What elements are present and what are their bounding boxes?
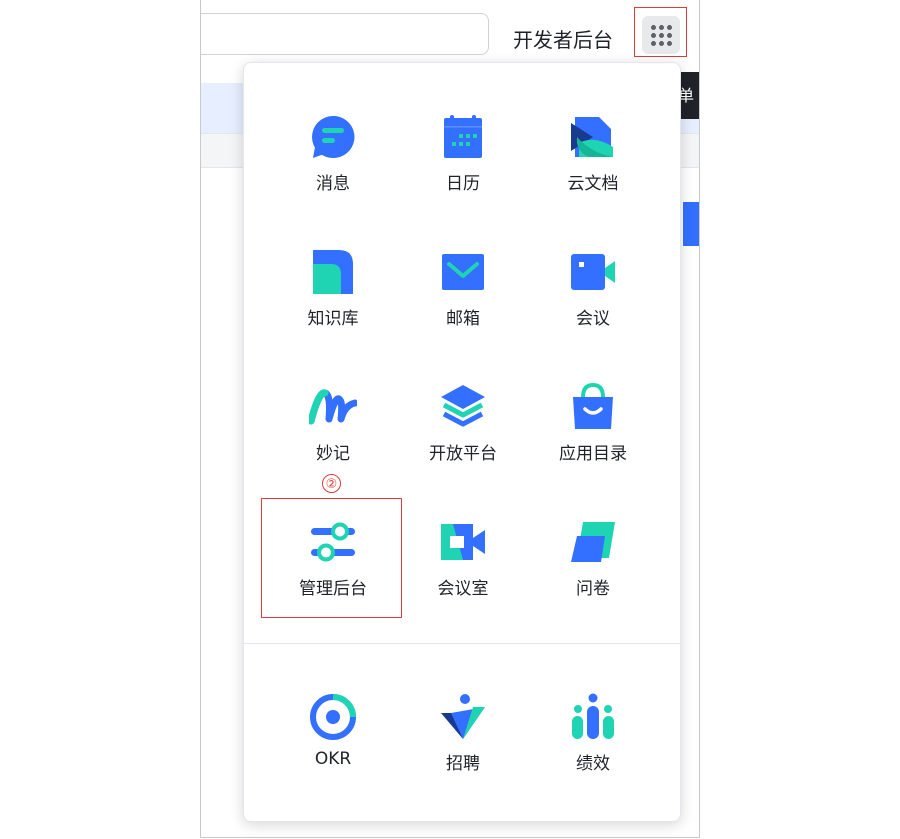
mail-icon [442, 254, 484, 290]
app-label: 消息 [316, 174, 350, 194]
app-label: 知识库 [307, 309, 359, 329]
cloud-docs-icon [571, 117, 613, 157]
app-label: 问卷 [576, 579, 610, 599]
knowledge-base-icon [313, 250, 353, 294]
okr-icon [310, 694, 356, 740]
search-input[interactable] [201, 13, 489, 55]
side-blue-tab[interactable] [683, 202, 699, 246]
app-item-messages[interactable]: 消息 [268, 113, 398, 223]
app-item-cloud-docs[interactable]: 云文档 [528, 113, 658, 223]
app-label: OKR [314, 749, 352, 769]
app-directory-icon [573, 383, 613, 429]
app-label: 开放平台 [429, 444, 497, 464]
app-label: 会议 [576, 309, 610, 329]
app-item-open-platform[interactable]: 开放平台 [398, 383, 528, 493]
meeting-icon [571, 254, 615, 290]
app-item-app-directory[interactable]: 应用目录 [528, 383, 658, 493]
open-platform-icon [441, 385, 485, 427]
app-item-recruiting[interactable]: 招聘 [398, 693, 528, 803]
developer-console-link[interactable]: 开发者后台 [513, 24, 613, 53]
highlight-box-admin-console [261, 498, 402, 618]
app-item-survey[interactable]: 问卷 [528, 518, 658, 628]
app-label: 云文档 [567, 174, 619, 194]
app-window: 开发者后台 ① 单 消息 [200, 0, 700, 838]
app-item-okr[interactable]: OKR [268, 693, 398, 803]
app-item-meeting[interactable]: 会议 [528, 248, 658, 358]
calendar-icon [444, 115, 482, 158]
app-label: 应用目录 [559, 444, 627, 464]
app-item-knowledge-base[interactable]: 知识库 [268, 248, 398, 358]
app-label: 绩效 [576, 754, 610, 774]
performance-icon [572, 693, 614, 739]
app-item-mail[interactable]: 邮箱 [398, 248, 528, 358]
survey-icon [571, 522, 615, 562]
message-icon [312, 115, 355, 158]
highlight-box-launcher [634, 7, 687, 57]
section-divider [244, 643, 680, 644]
meeting-room-icon [441, 524, 485, 560]
app-item-calendar[interactable]: 日历 [398, 113, 528, 223]
app-label: 招聘 [446, 754, 480, 774]
app-label: 日历 [446, 174, 480, 194]
app-label: 会议室 [437, 579, 489, 599]
step-marker-2: ② [322, 474, 341, 493]
recruiting-icon [441, 694, 485, 739]
app-item-meeting-room[interactable]: 会议室 [398, 518, 528, 628]
app-launcher-panel: 消息 日历 云文档 知识库 邮箱 会议 妙记 开放平台 应用目录 管理后台 会议… [243, 62, 681, 822]
app-label: 邮箱 [446, 309, 480, 329]
minutes-icon [309, 389, 357, 425]
app-label: 妙记 [316, 444, 350, 464]
app-item-performance[interactable]: 绩效 [528, 693, 658, 803]
